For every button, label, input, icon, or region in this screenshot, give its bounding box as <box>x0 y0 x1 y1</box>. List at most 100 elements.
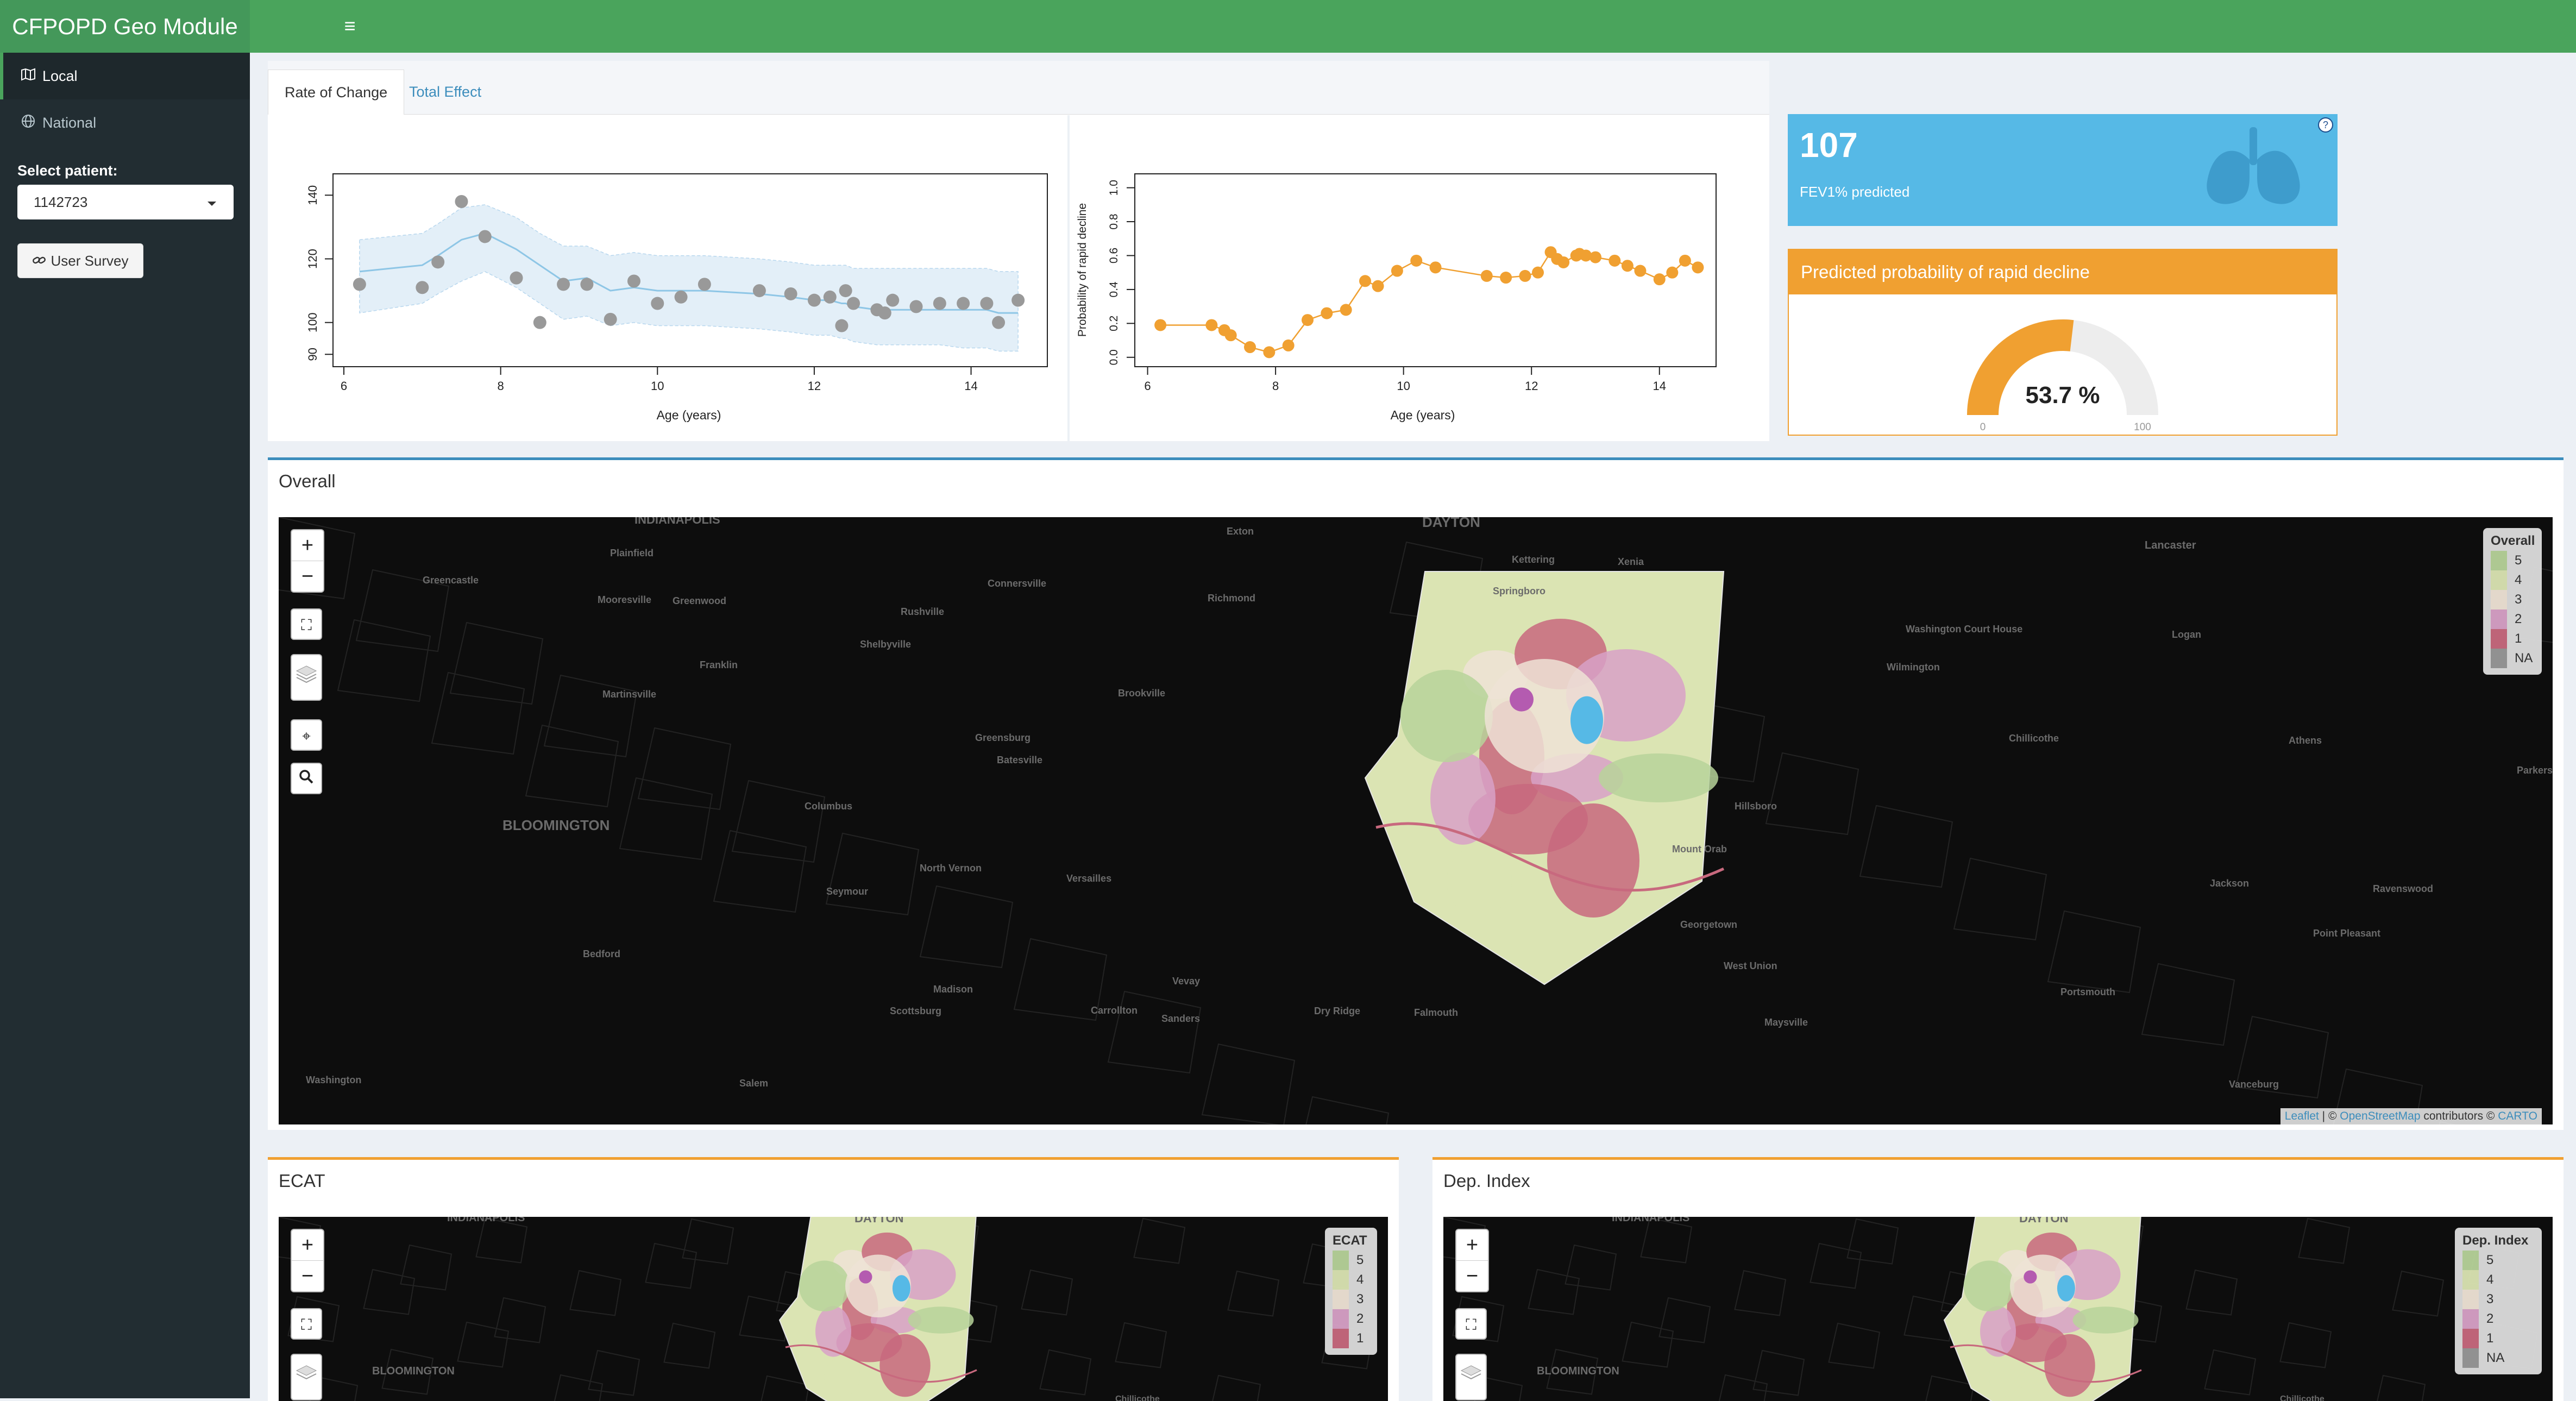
data-point <box>1391 265 1403 277</box>
place-label: Martinsville <box>602 689 656 700</box>
county-boundary <box>825 832 920 916</box>
legend-swatch <box>2462 1251 2479 1270</box>
layers-icon[interactable] <box>291 1354 322 1400</box>
place-label: Sanders <box>1161 1013 1200 1024</box>
choropleth-patch <box>879 1334 931 1397</box>
zoom-out-button[interactable]: − <box>292 1260 323 1291</box>
place-label: Versailles <box>1066 873 1111 884</box>
place-label: Washington Court House <box>1906 624 2022 634</box>
choropleth-patch <box>1430 752 1496 845</box>
data-point <box>1154 319 1167 331</box>
place-label: Maysville <box>1764 1017 1808 1028</box>
county-boundary <box>1528 1268 1580 1315</box>
legend-entry: 2 <box>2491 610 2534 629</box>
legend-label: 2 <box>2486 1311 2494 1326</box>
tab-rate-of-change[interactable]: Rate of Change <box>268 70 405 115</box>
map-canvas[interactable]: INDIANAPOLIS DAYTON BLOOMINGTON Chillicothe <box>279 1217 1388 1401</box>
zoom-in-button[interactable]: + <box>1456 1230 1488 1260</box>
x-axis-label: Age (years) <box>657 408 721 422</box>
zoom-out-button[interactable]: − <box>1456 1260 1488 1291</box>
user-survey-button[interactable]: User Survey <box>17 243 143 278</box>
data-point <box>1429 261 1442 274</box>
sidebar-item-national[interactable]: National <box>0 99 250 146</box>
zoom-out-button[interactable]: − <box>292 561 323 592</box>
place-label: Shelbyville <box>860 639 911 650</box>
choropleth-patch <box>2044 1334 2095 1397</box>
layers-icon[interactable] <box>1455 1354 1487 1400</box>
data-point <box>431 255 445 269</box>
data-point <box>1666 266 1679 279</box>
place-label: Kettering <box>1512 554 1555 565</box>
x-tick-label: 8 <box>498 379 504 393</box>
rapid-decline-gauge-box: Predicted probability of rapid decline 5… <box>1788 249 2338 436</box>
x-tick-label: 14 <box>1653 379 1666 393</box>
series-line <box>1160 251 1699 353</box>
place-label: Salem <box>739 1078 768 1089</box>
fullscreen-icon[interactable]: ⛶ <box>1455 1308 1487 1340</box>
reset-view-icon[interactable]: ⌖ <box>291 719 322 751</box>
y-tick-label: 100 <box>306 312 319 332</box>
legend-swatch <box>2491 610 2507 629</box>
ecat-map[interactable]: INDIANAPOLIS DAYTON BLOOMINGTON Chillicothe… <box>279 1217 1388 1401</box>
place-label: Falmouth <box>1414 1007 1458 1018</box>
legend-swatch <box>2491 551 2507 570</box>
question-icon[interactable]: ? <box>2318 117 2333 133</box>
legend-swatch <box>2491 629 2507 649</box>
layers-icon[interactable] <box>291 654 322 701</box>
rate-tabs-box: Rate of Change Total Effect 6 8 10 12 14 90 10… <box>268 61 1769 441</box>
sidebar-toggle-icon[interactable]: ≡ <box>337 15 363 37</box>
legend-swatch <box>1333 1290 1349 1309</box>
app-brand[interactable]: CFPOPD Geo Module <box>0 0 250 53</box>
map-canvas[interactable]: INDIANAPOLIS DAYTON BLOOMINGTON Lancaster Pl… <box>279 517 2553 1124</box>
airport-marker <box>1570 696 1603 744</box>
carto-link[interactable]: CARTO <box>2498 1110 2537 1122</box>
data-point <box>651 297 664 310</box>
county-boundary <box>1021 1269 1073 1316</box>
county-boundary <box>475 1217 528 1264</box>
map-canvas[interactable]: INDIANAPOLIS DAYTON BLOOMINGTON Chillicothe <box>1443 1217 2553 1401</box>
fullscreen-icon[interactable]: ⛶ <box>291 608 322 640</box>
place-label: Parkersburg <box>2517 765 2553 776</box>
overall-map[interactable]: INDIANAPOLIS DAYTON BLOOMINGTON Lancaster Pl… <box>279 517 2553 1124</box>
place-label: Chillicothe <box>2009 733 2059 744</box>
county-boundary <box>1765 752 1859 835</box>
place-label: DAYTON <box>1422 517 1480 530</box>
tab-total-effect[interactable]: Total Effect <box>393 70 498 114</box>
zoom-control: + − <box>1455 1229 1489 1292</box>
data-point <box>933 297 946 310</box>
zoom-in-button[interactable]: + <box>292 1230 323 1260</box>
county-boundary <box>731 780 826 863</box>
place-label: Springboro <box>1493 586 1545 596</box>
search-icon[interactable] <box>291 763 322 794</box>
county-boundary <box>2204 1349 2257 1396</box>
dep-index-map[interactable]: INDIANAPOLIS DAYTON BLOOMINGTON Chillicothe… <box>1443 1217 2553 1401</box>
place-label: Hillsboro <box>1735 801 1777 812</box>
gauge-chart: 53.7 % 0 100 <box>1967 319 2158 433</box>
data-point <box>1557 256 1570 268</box>
y-axis-label: Probability of rapid decline <box>1076 203 1089 337</box>
place-label: Scottsburg <box>890 1006 941 1016</box>
sidebar: Local National Select patient: 1142723 U… <box>0 53 250 1398</box>
county-boundary <box>1752 1349 1805 1396</box>
zoom-in-button[interactable]: + <box>292 530 323 561</box>
patient-select[interactable]: 1142723 <box>17 185 234 219</box>
legend-label: 1 <box>2515 631 2522 646</box>
legend-entry: 5 <box>2491 551 2534 570</box>
fullscreen-icon[interactable]: ⛶ <box>291 1308 322 1340</box>
airport-marker <box>892 1275 910 1302</box>
county-boundary <box>919 885 1014 969</box>
osm-link[interactable]: OpenStreetMap <box>2340 1110 2420 1122</box>
place-label: North Vernon <box>920 863 982 874</box>
legend-label: 2 <box>2515 612 2522 626</box>
legend-label: 1 <box>1356 1331 1364 1346</box>
legend-entry: 4 <box>1333 1270 1369 1290</box>
legend-label: 5 <box>2486 1253 2494 1267</box>
fev-trajectory-chart: 6 8 10 12 14 90 100 120 140 Age (years) <box>306 173 1048 422</box>
leaflet-link[interactable]: Leaflet <box>2285 1110 2319 1122</box>
county-boundary <box>1658 1297 1711 1343</box>
county-boundary <box>663 1322 716 1369</box>
sidebar-item-local[interactable]: Local <box>0 53 250 99</box>
county-boundary <box>457 1321 510 1368</box>
county-boundary <box>1201 1043 1296 1124</box>
county-boundary <box>637 727 732 811</box>
